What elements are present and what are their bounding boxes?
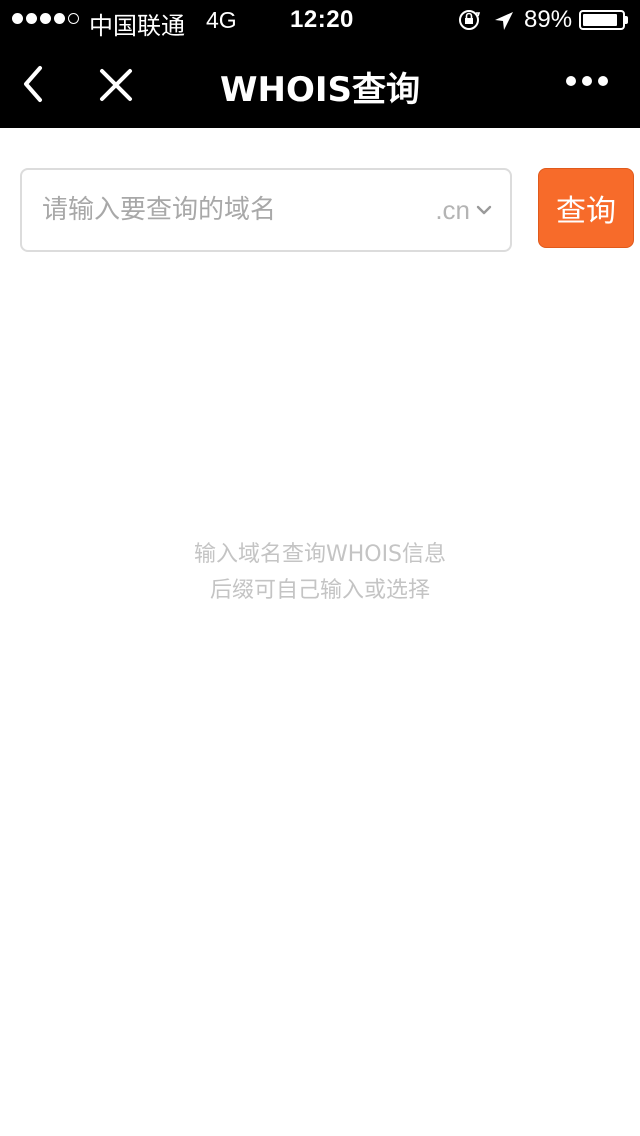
battery-icon bbox=[579, 10, 625, 30]
location-arrow-icon bbox=[495, 12, 513, 30]
orientation-lock-icon bbox=[459, 10, 481, 30]
network-type: 4G bbox=[206, 7, 237, 33]
status-bar: 中国联通 4G 12:20 89% bbox=[0, 0, 640, 40]
domain-suffix-value: .cn bbox=[435, 194, 470, 225]
domain-suffix-select[interactable]: .cn bbox=[435, 170, 492, 250]
empty-state-hint-line1: 输入域名查询WHOIS信息 bbox=[193, 542, 447, 567]
query-button[interactable]: 查询 bbox=[538, 168, 634, 248]
battery-percent: 89% bbox=[524, 6, 573, 33]
more-icon[interactable] bbox=[566, 76, 608, 86]
carrier-name: 中国联通 bbox=[89, 12, 185, 40]
page-title: WHOIS查询 bbox=[220, 70, 420, 110]
nav-bar: WHOIS查询 bbox=[0, 40, 640, 128]
status-time: 12:20 bbox=[290, 6, 354, 33]
battery-level bbox=[583, 14, 617, 26]
search-box: .cn bbox=[20, 168, 512, 252]
empty-state-hint-line2: 后缀可自己输入或选择 bbox=[209, 578, 430, 603]
chevron-down-icon bbox=[476, 205, 492, 215]
signal-strength-icon bbox=[12, 13, 79, 24]
domain-search-input[interactable] bbox=[42, 170, 412, 250]
